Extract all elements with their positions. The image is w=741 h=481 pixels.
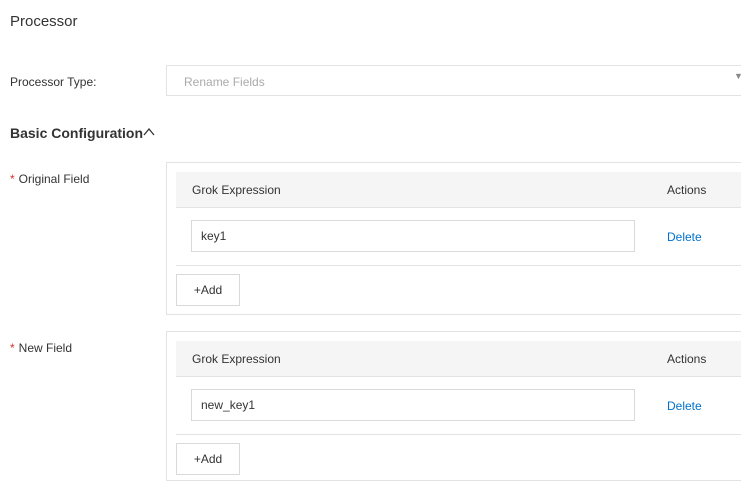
column-grok-expression: Grok Expression [192, 183, 281, 197]
processor-type-label: Processor Type: [10, 75, 97, 89]
original-field-label-text: Original Field [18, 172, 90, 186]
new-field-label-text: New Field [18, 341, 73, 355]
required-mark: * [10, 341, 15, 355]
column-actions: Actions [667, 183, 707, 197]
delete-link[interactable]: Delete [667, 230, 702, 244]
table-row: Delete [176, 377, 741, 435]
original-field-expression-input[interactable] [191, 220, 635, 252]
processor-type-value: Rename Fields [184, 75, 265, 89]
table-header: Grok Expression Actions [176, 341, 741, 377]
required-mark: * [10, 172, 15, 186]
chevron-up-icon[interactable] [142, 126, 156, 138]
add-original-field-button[interactable]: +Add [176, 274, 240, 306]
processor-type-select[interactable]: Rename Fields ▼ [166, 65, 741, 96]
original-field-panel: Grok Expression Actions Delete +Add [166, 162, 741, 315]
chevron-down-icon: ▼ [734, 71, 741, 81]
table-row: Delete [176, 208, 741, 266]
page-title: Processor [10, 13, 78, 30]
original-field-label: * Original Field [10, 172, 89, 186]
add-new-field-button[interactable]: +Add [176, 443, 240, 475]
table-header: Grok Expression Actions [176, 172, 741, 208]
new-field-label: * New Field [10, 341, 72, 355]
column-actions: Actions [667, 352, 707, 366]
column-grok-expression: Grok Expression [192, 352, 281, 366]
new-field-panel: Grok Expression Actions Delete +Add [166, 331, 741, 481]
delete-link[interactable]: Delete [667, 399, 702, 413]
basic-configuration-title: Basic Configuration [10, 125, 144, 141]
new-field-expression-input[interactable] [191, 389, 635, 421]
